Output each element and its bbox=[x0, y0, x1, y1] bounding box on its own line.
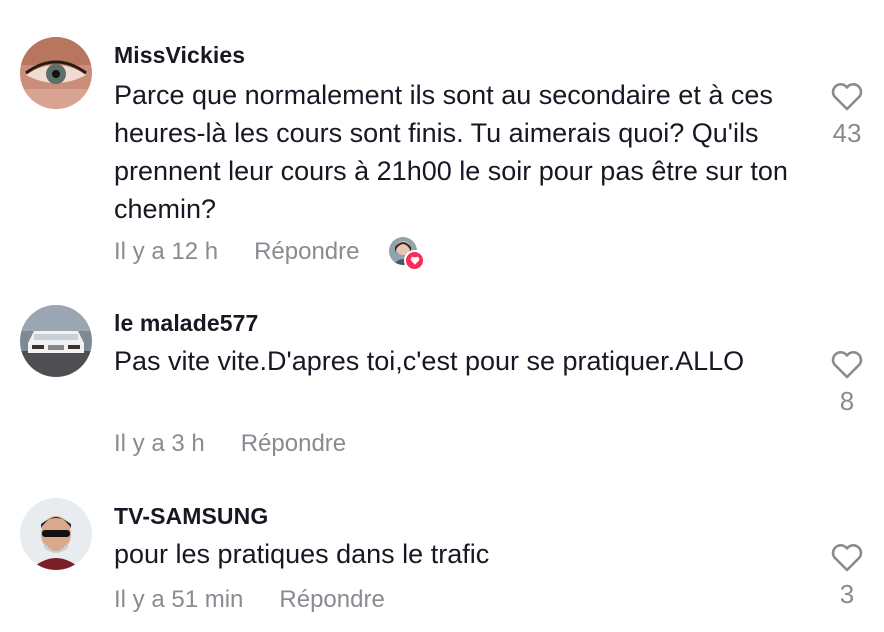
creator-liked-indicator bbox=[389, 237, 426, 271]
like-button[interactable]: 43 bbox=[817, 82, 877, 149]
reply-button[interactable]: Répondre bbox=[279, 586, 384, 614]
reply-button[interactable]: Répondre bbox=[241, 430, 346, 458]
comment-meta: Il y a 3 h Répondre bbox=[114, 430, 346, 458]
like-button[interactable]: 3 bbox=[817, 543, 877, 610]
like-button[interactable]: 8 bbox=[817, 350, 877, 417]
heart-outline-icon bbox=[831, 351, 863, 379]
avatar[interactable] bbox=[20, 498, 92, 570]
comment-time: Il y a 12 h bbox=[114, 238, 219, 265]
like-count: 8 bbox=[839, 386, 855, 416]
comment-list: MissVickies Parce que normalement ils so… bbox=[0, 0, 884, 632]
like-count: 3 bbox=[839, 579, 855, 609]
avatar[interactable] bbox=[20, 305, 92, 377]
comment-meta: Il y a 12 h Répondre bbox=[114, 237, 426, 271]
like-count: 43 bbox=[832, 118, 862, 148]
comment-username[interactable]: TV-SAMSUNG bbox=[114, 503, 268, 530]
comment-text: pour les pratiques dans le trafic bbox=[114, 539, 490, 569]
heart-outline-icon bbox=[831, 83, 863, 111]
comment-time: Il y a 3 h bbox=[114, 430, 205, 457]
reply-button[interactable]: Répondre bbox=[254, 238, 359, 266]
comment-time: Il y a 51 min bbox=[114, 586, 244, 613]
avatar[interactable] bbox=[20, 37, 92, 109]
comment-username[interactable]: MissVickies bbox=[114, 42, 245, 69]
heart-badge-icon bbox=[404, 250, 426, 271]
comment-text: Pas vite vite.D'apres toi,c'est pour se … bbox=[114, 346, 745, 376]
comment-text: Parce que normalement ils sont au second… bbox=[114, 80, 788, 224]
comment-meta: Il y a 51 min Répondre bbox=[114, 586, 385, 614]
heart-outline-icon bbox=[831, 544, 863, 572]
comment-username[interactable]: le malade577 bbox=[114, 310, 258, 337]
